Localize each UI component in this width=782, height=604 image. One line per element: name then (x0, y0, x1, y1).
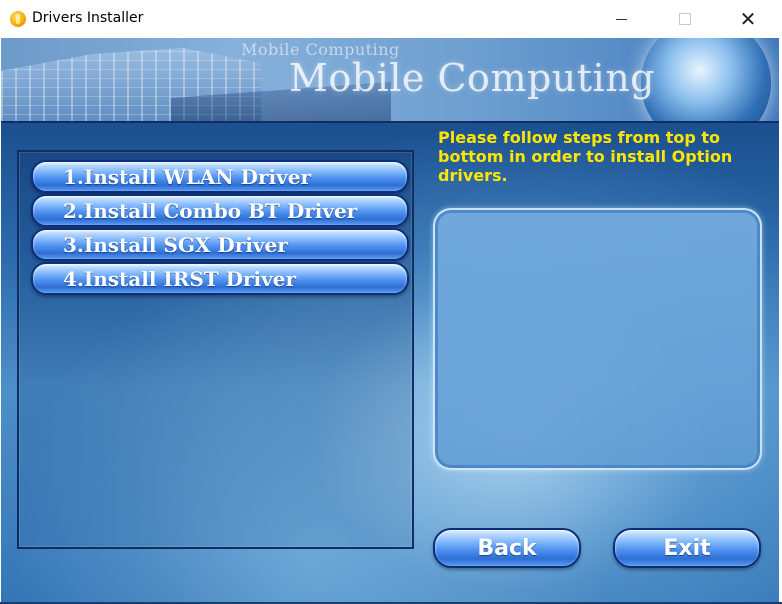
banner-title: Mobile Computing (289, 56, 655, 100)
install-irst-driver-label: 4.Install IRST Driver (63, 266, 297, 291)
install-combo-bt-driver-button[interactable]: 2.Install Combo BT Driver (31, 194, 409, 227)
back-button-label: Back (477, 535, 537, 561)
close-icon: ✕ (739, 7, 757, 31)
install-wlan-driver-label: 1.Install WLAN Driver (63, 164, 312, 189)
banner-divider (1, 121, 779, 123)
install-combo-bt-driver-label: 2.Install Combo BT Driver (63, 198, 358, 223)
installer-client-area: Mobile Computing Mobile Computing 1.Inst… (1, 38, 779, 602)
install-irst-driver-button[interactable]: 4.Install IRST Driver (31, 262, 409, 295)
close-button[interactable]: ✕ (725, 0, 771, 38)
exit-button-label: Exit (663, 535, 711, 561)
minimize-icon (615, 18, 627, 20)
window-title: Drivers Installer (32, 10, 144, 26)
installer-app-icon (10, 11, 26, 27)
globe-graphic (641, 38, 771, 121)
maximize-icon (679, 13, 691, 25)
title-bar: Drivers Installer ✕ (0, 0, 782, 38)
install-sgx-driver-label: 3.Install SGX Driver (63, 232, 288, 257)
driver-info-box (433, 208, 762, 470)
maximize-button[interactable] (662, 0, 708, 38)
install-wlan-driver-button[interactable]: 1.Install WLAN Driver (31, 160, 409, 193)
exit-button[interactable]: Exit (613, 528, 761, 568)
driver-list-panel: 1.Install WLAN Driver 2.Install Combo BT… (17, 150, 414, 549)
back-button[interactable]: Back (433, 528, 581, 568)
install-sgx-driver-button[interactable]: 3.Install SGX Driver (31, 228, 409, 261)
instruction-text: Please follow steps from top to bottom i… (438, 128, 733, 185)
minimize-button[interactable] (598, 0, 644, 38)
mobile-computing-banner: Mobile Computing Mobile Computing (1, 38, 779, 121)
